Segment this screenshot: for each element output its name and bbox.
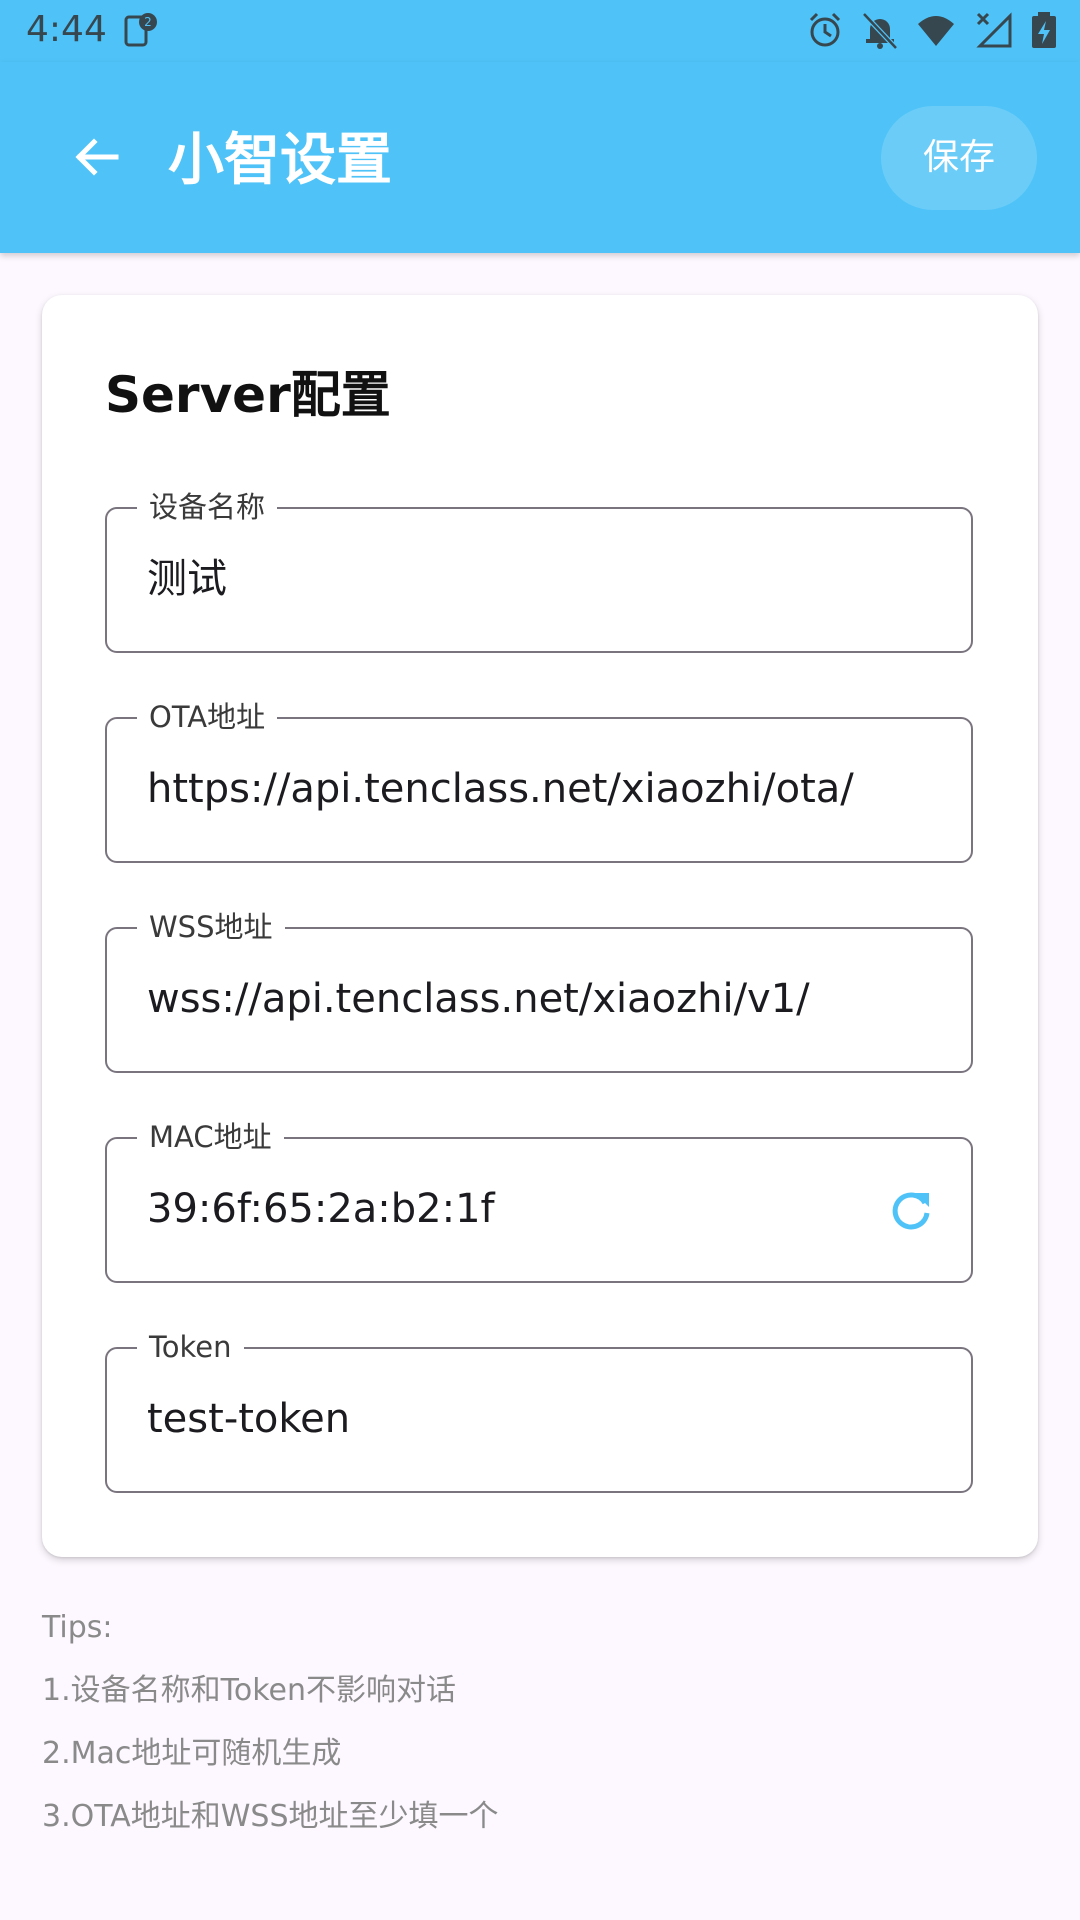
token-label: Token: [137, 1329, 244, 1365]
alarm-icon: [809, 12, 841, 47]
wifi-icon: [918, 16, 954, 46]
app-bar: 小智设置 保存: [0, 62, 1080, 253]
wss-url-value[interactable]: wss://api.tenclass.net/xiaozhi/v1/: [147, 973, 810, 1025]
mac-address-label: MAC地址: [137, 1119, 284, 1155]
wss-url-field[interactable]: WSS地址 wss://api.tenclass.net/xiaozhi/v1/: [105, 909, 973, 1073]
mac-address-field[interactable]: MAC地址 39:6f:65:2a:b2:1f: [105, 1119, 973, 1283]
device-name-field[interactable]: 设备名称 测试: [105, 489, 973, 653]
ota-url-label: OTA地址: [137, 699, 278, 735]
server-config-card: Server配置 设备名称 测试 OTA地址 https://api.tencl…: [42, 295, 1038, 1557]
tip-item: 1.设备名称和Token不影响对话: [42, 1673, 456, 1708]
token-value[interactable]: test-token: [147, 1393, 350, 1445]
ota-url-field[interactable]: OTA地址 https://api.tenclass.net/xiaozhi/o…: [105, 699, 973, 863]
mac-address-value[interactable]: 39:6f:65:2a:b2:1f: [147, 1183, 495, 1235]
refresh-mac-button[interactable]: [885, 1185, 937, 1237]
ota-url-value[interactable]: https://api.tenclass.net/xiaozhi/ota/: [147, 763, 854, 815]
refresh-icon: [892, 1192, 930, 1230]
device-name-value[interactable]: 测试: [147, 553, 227, 605]
svg-text:2: 2: [144, 15, 152, 29]
device-name-label: 设备名称: [137, 489, 278, 525]
battery-charging-icon: [1032, 12, 1056, 48]
bell-off-icon: [862, 12, 898, 50]
tip-item: 2.Mac地址可随机生成: [42, 1736, 342, 1771]
tip-item: 3.OTA地址和WSS地址至少填一个: [42, 1799, 499, 1834]
status-time: 4:44: [26, 9, 107, 50]
back-button[interactable]: [62, 122, 132, 192]
arrow-left-icon: [75, 138, 119, 176]
save-button[interactable]: 保存: [881, 106, 1037, 210]
token-field[interactable]: Token test-token: [105, 1329, 973, 1493]
signal-icon: [976, 12, 1012, 48]
card-title: Server配置: [105, 366, 391, 424]
tips-heading: Tips:: [42, 1610, 113, 1645]
notification-badge-icon: 2: [124, 13, 157, 47]
wss-url-label: WSS地址: [137, 909, 285, 945]
page-title: 小智设置: [168, 128, 392, 193]
tips-section: Tips: 1.设备名称和Token不影响对话 2.Mac地址可随机生成 3.O…: [42, 1604, 499, 1856]
status-bar: 4:44 2: [0, 0, 1080, 62]
